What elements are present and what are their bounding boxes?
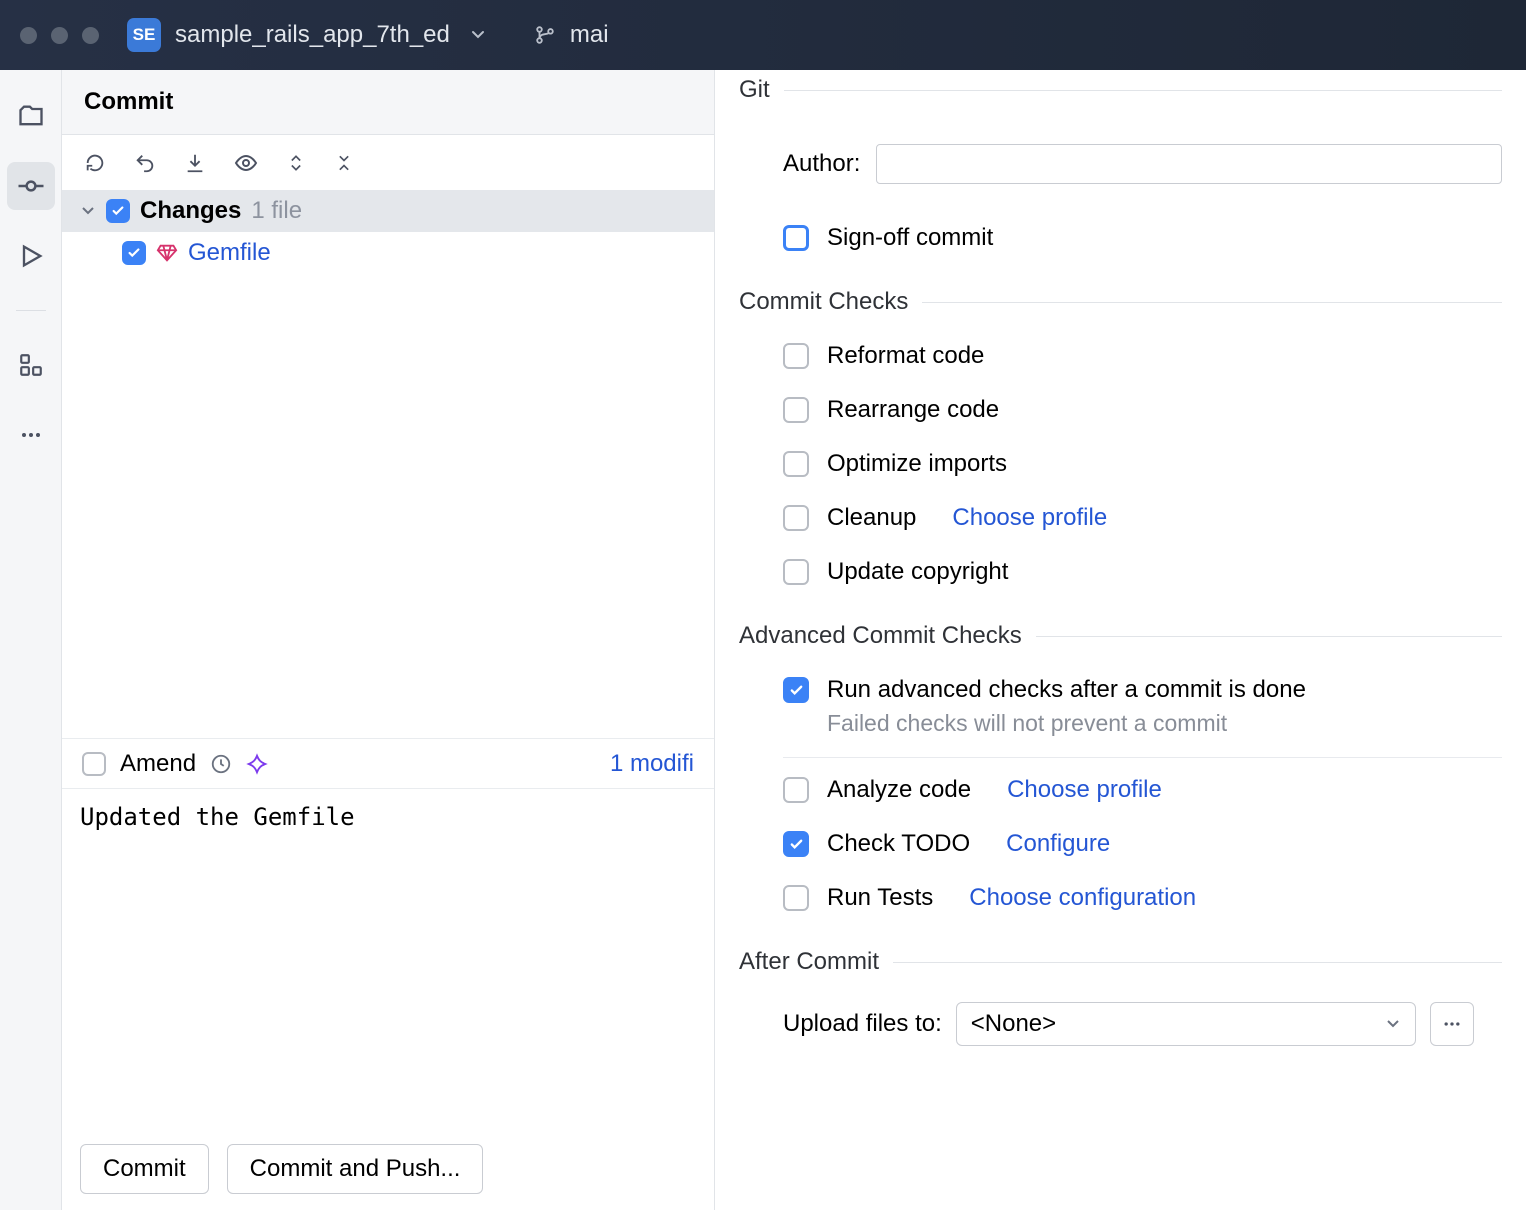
file-row[interactable]: Gemfile [62, 232, 714, 274]
check-todo-checkbox[interactable] [783, 831, 809, 857]
left-tool-strip [0, 70, 62, 1210]
upload-files-select[interactable]: <None> [956, 1002, 1416, 1046]
eye-icon[interactable] [234, 151, 258, 175]
author-label: Author: [783, 150, 860, 178]
commit-button[interactable]: Commit [80, 1144, 209, 1194]
commit-and-push-button[interactable]: Commit and Push... [227, 1144, 484, 1194]
commit-tool-icon[interactable] [7, 162, 55, 210]
ruby-icon [156, 242, 178, 264]
download-icon[interactable] [184, 152, 206, 174]
reformat-label: Reformat code [827, 342, 984, 370]
project-badge: SE [127, 18, 161, 52]
amend-label: Amend [120, 750, 196, 778]
rearrange-label: Rearrange code [827, 396, 999, 424]
changes-count: 1 file [251, 197, 302, 225]
cleanup-label: Cleanup [827, 504, 916, 532]
structure-tool-icon[interactable] [7, 341, 55, 389]
run-advanced-checkbox[interactable] [783, 677, 809, 703]
after-commit-header: After Commit [739, 948, 879, 976]
collapse-icon[interactable] [334, 153, 354, 173]
file-checkbox[interactable] [122, 241, 146, 265]
toolbar-separator [16, 310, 46, 311]
commit-toolbar [62, 135, 714, 190]
commit-options-panel: Git Author: Sign-off commit Commit Check… [715, 70, 1526, 1210]
chevron-down-icon[interactable] [80, 203, 96, 219]
ellipsis-icon [1442, 1014, 1462, 1034]
project-tool-icon[interactable] [7, 92, 55, 140]
branch-icon[interactable] [534, 24, 556, 46]
separator [783, 757, 1502, 758]
changes-group-label: Changes [140, 197, 241, 225]
commit-checks-header: Commit Checks [739, 288, 908, 316]
run-advanced-note: Failed checks will not prevent a commit [827, 710, 1502, 737]
rearrange-checkbox[interactable] [783, 397, 809, 423]
signoff-checkbox[interactable] [783, 225, 809, 251]
upload-files-value: <None> [971, 1010, 1056, 1038]
analyze-choose-profile-link[interactable]: Choose profile [1007, 776, 1162, 804]
more-tool-icon[interactable] [7, 411, 55, 459]
traffic-light-close[interactable] [20, 27, 37, 44]
upload-files-label: Upload files to: [783, 1010, 942, 1038]
amend-checkbox[interactable] [82, 752, 106, 776]
run-advanced-label: Run advanced checks after a commit is do… [827, 676, 1306, 704]
reformat-checkbox[interactable] [783, 343, 809, 369]
amend-bar: Amend 1 modifi [62, 738, 714, 788]
todo-configure-link[interactable]: Configure [1006, 830, 1110, 858]
choose-configuration-link[interactable]: Choose configuration [969, 884, 1196, 912]
changes-group-row[interactable]: Changes 1 file [62, 190, 714, 232]
commit-panel: Commit Changes 1 file Gemfile Am [62, 70, 715, 1210]
commit-button-row: Commit Commit and Push... [62, 1128, 714, 1210]
check-todo-label: Check TODO [827, 830, 970, 858]
group-checkbox[interactable] [106, 199, 130, 223]
git-section-header: Git [739, 76, 770, 104]
chevron-down-icon[interactable] [470, 27, 486, 43]
run-tests-label: Run Tests [827, 884, 933, 912]
commit-message-input[interactable]: Updated the Gemfile [62, 788, 714, 1128]
commit-panel-header: Commit [62, 70, 714, 135]
run-tool-icon[interactable] [7, 232, 55, 280]
window-titlebar: SE sample_rails_app_7th_ed mai [0, 0, 1526, 70]
advanced-checks-header: Advanced Commit Checks [739, 622, 1022, 650]
expand-icon[interactable] [286, 153, 306, 173]
cleanup-checkbox[interactable] [783, 505, 809, 531]
file-name: Gemfile [188, 239, 271, 267]
chevron-down-icon [1385, 1016, 1401, 1032]
traffic-light-zoom[interactable] [82, 27, 99, 44]
history-icon[interactable] [210, 753, 232, 775]
analyze-code-checkbox[interactable] [783, 777, 809, 803]
project-name[interactable]: sample_rails_app_7th_ed [175, 21, 450, 49]
signoff-label: Sign-off commit [827, 224, 993, 252]
traffic-light-minimize[interactable] [51, 27, 68, 44]
run-tests-checkbox[interactable] [783, 885, 809, 911]
branch-name[interactable]: mai [570, 21, 609, 49]
refresh-icon[interactable] [84, 152, 106, 174]
undo-icon[interactable] [134, 152, 156, 174]
upload-more-button[interactable] [1430, 1002, 1474, 1046]
analyze-code-label: Analyze code [827, 776, 971, 804]
optimize-label: Optimize imports [827, 450, 1007, 478]
modified-count[interactable]: 1 modifi [610, 750, 694, 778]
copyright-checkbox[interactable] [783, 559, 809, 585]
optimize-checkbox[interactable] [783, 451, 809, 477]
ai-icon[interactable] [246, 753, 268, 775]
copyright-label: Update copyright [827, 558, 1008, 586]
changes-list: Changes 1 file Gemfile [62, 190, 714, 738]
cleanup-choose-profile-link[interactable]: Choose profile [952, 504, 1107, 532]
author-input[interactable] [876, 144, 1502, 184]
